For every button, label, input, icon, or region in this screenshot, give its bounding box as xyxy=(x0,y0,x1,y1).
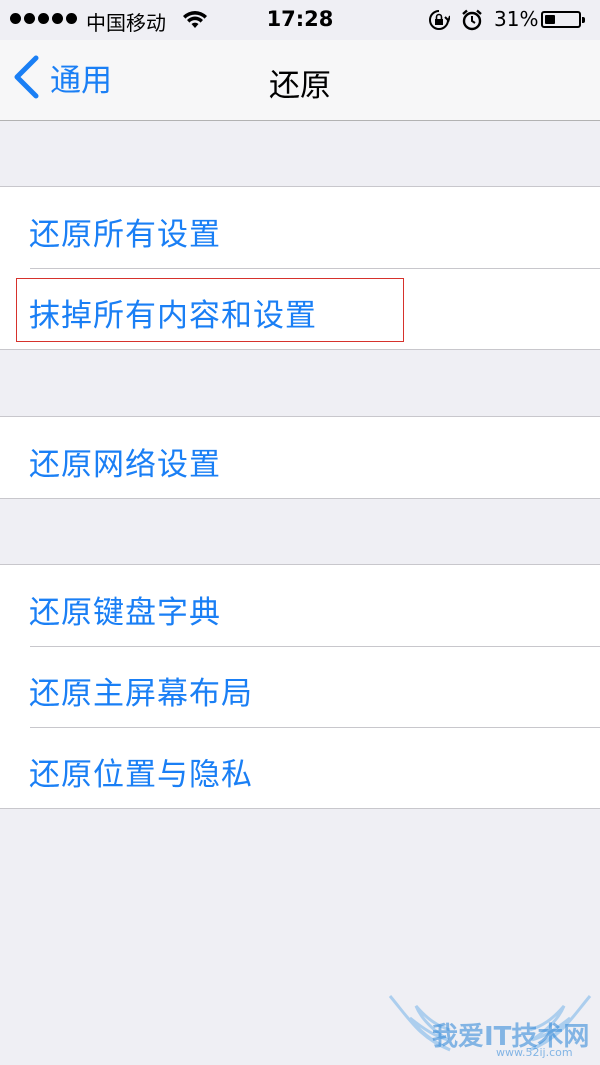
cell-label: 还原位置与隐私 xyxy=(29,757,253,793)
cell-label: 还原键盘字典 xyxy=(29,595,221,631)
cell-label: 还原所有设置 xyxy=(29,217,221,253)
page-title: 还原 xyxy=(269,68,331,104)
reset-home-screen-layout-cell[interactable]: 还原主屏幕布局 xyxy=(0,646,600,727)
erase-all-content-cell[interactable]: 抹掉所有内容和设置 xyxy=(0,268,600,349)
reset-network-settings-cell[interactable]: 还原网络设置 xyxy=(0,417,600,498)
battery-percent: 31% xyxy=(494,7,539,31)
reset-location-privacy-cell[interactable]: 还原位置与隐私 xyxy=(0,727,600,808)
cell-label: 抹掉所有内容和设置 xyxy=(29,298,317,334)
cell-label: 还原主屏幕布局 xyxy=(29,676,253,712)
status-bar: 中国移动 17:28 31% xyxy=(0,0,600,40)
alarm-icon xyxy=(462,9,482,31)
reset-group-other: 还原键盘字典 还原主屏幕布局 还原位置与隐私 xyxy=(0,564,600,809)
rotation-lock-icon xyxy=(429,10,450,30)
reset-group-network: 还原网络设置 xyxy=(0,416,600,499)
battery-icon xyxy=(541,11,585,28)
battery-level-fill xyxy=(545,15,555,24)
watermark-url: www.52ij.com xyxy=(496,1046,573,1059)
reset-group-general: 还原所有设置 抹掉所有内容和设置 xyxy=(0,186,600,350)
cell-label: 还原网络设置 xyxy=(29,447,221,483)
reset-keyboard-dictionary-cell[interactable]: 还原键盘字典 xyxy=(0,565,600,646)
navigation-bar: 通用 还原 xyxy=(0,40,600,121)
reset-all-settings-cell[interactable]: 还原所有设置 xyxy=(0,187,600,268)
